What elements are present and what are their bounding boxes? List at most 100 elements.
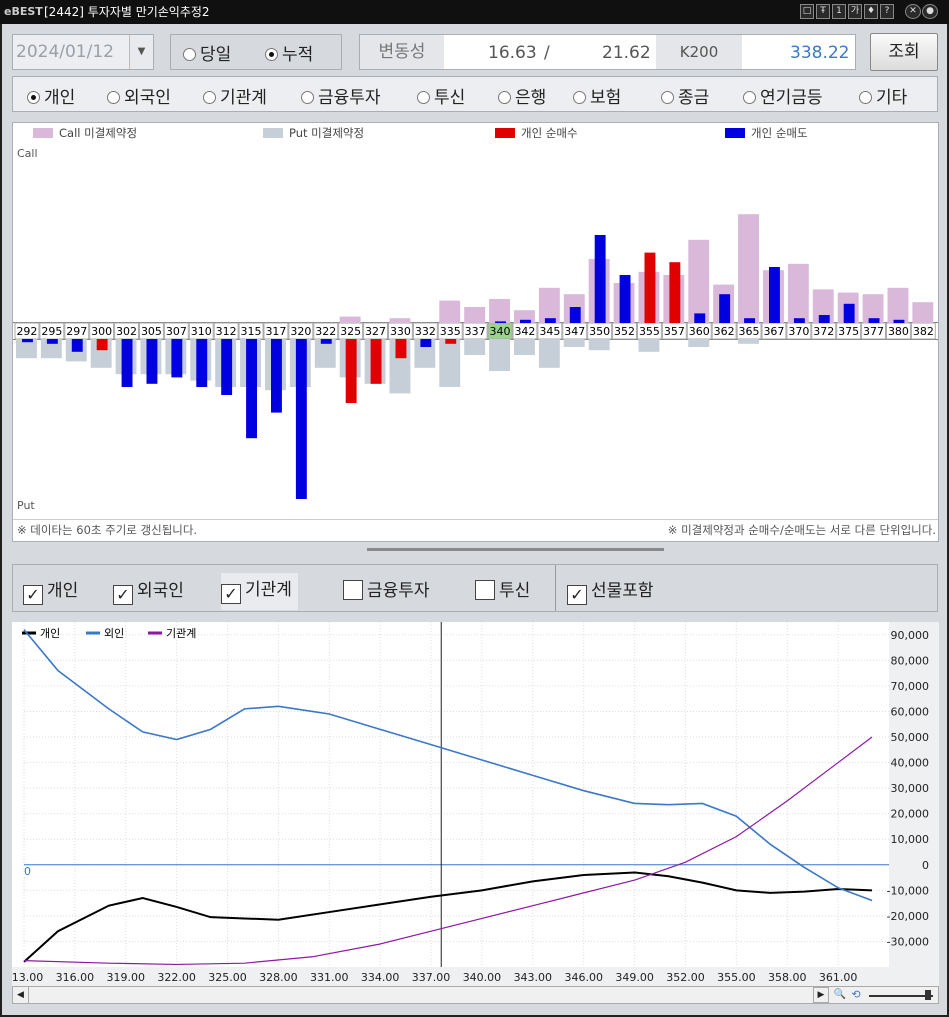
pnl-line-chart: 90,000 80,000 70,000 60,000 50,000 40,000 30,0… [12, 622, 939, 986]
indiv-put-bar [370, 339, 382, 384]
indiv-call-bar [769, 267, 780, 323]
indiv-call-bar [843, 303, 855, 323]
radio-icon [27, 91, 40, 104]
x-tick-label: 319.00 [107, 971, 146, 984]
indiv-put-bar [295, 339, 307, 499]
strike-label: 360 [689, 325, 710, 338]
x-tick-label: 313.00 [12, 971, 43, 984]
help-icon[interactable]: ? [880, 4, 894, 19]
checkbox-5[interactable]: ✓ 선물포함 [567, 576, 654, 605]
radio-investor-7[interactable]: 종금 [661, 83, 709, 108]
checkbox-2[interactable]: ✓ 기관계 [221, 573, 298, 610]
date-picker[interactable]: 2024/01/12 ▼ [12, 34, 154, 70]
checkbox-label: 개인 [47, 581, 79, 601]
zoom-slider-thumb[interactable] [925, 990, 931, 1000]
checkbox-icon [343, 580, 363, 600]
x-tick-label: 352.00 [666, 971, 705, 984]
chevron-down-icon[interactable]: ▼ [129, 35, 153, 69]
checkbox-4[interactable]: 투신 [475, 576, 530, 601]
horizontal-scrollbar[interactable]: ◀ ▶ 🔍 ⟲ [12, 986, 939, 1004]
checkbox-0[interactable]: ✓ 개인 [23, 576, 78, 605]
title-bar: eBEST [2442] 투자자별 만기손익추정2 □ Ŧ 1 가 ♦? ✕ ● [0, 0, 949, 24]
radio-icon [661, 91, 674, 104]
refresh-icon[interactable]: ⟲ [849, 987, 863, 1003]
radio-investor-6[interactable]: 보험 [573, 83, 621, 108]
x-tick-label: 343.00 [514, 971, 553, 984]
pin-icon[interactable]: Ŧ [816, 4, 830, 19]
radio-investor-3[interactable]: 금융투자 [301, 83, 381, 108]
diamond-icon[interactable]: ♦ [864, 4, 878, 19]
maximize-icon[interactable]: □ [800, 4, 814, 19]
radio-investor-9[interactable]: 기타 [859, 83, 907, 108]
checkbox-icon: ✓ [23, 585, 43, 605]
call-oi-bar [787, 263, 809, 323]
scroll-left-icon[interactable]: ◀ [13, 987, 29, 1003]
radio-investor-4[interactable]: 투신 [417, 83, 465, 108]
zero-label: 0 [24, 865, 31, 878]
strike-label: 295 [41, 325, 62, 338]
indiv-put-bar [146, 339, 158, 384]
indiv-call-bar [818, 315, 830, 323]
put-oi-bar [588, 339, 610, 351]
strike-label: 302 [116, 325, 137, 338]
radio-daily[interactable]: 당일 [183, 40, 231, 65]
indiv-put-bar [271, 339, 282, 413]
refresh-note: ※ 데이타는 60초 주기로 갱신됩니다. [17, 523, 198, 537]
strike-label: 382 [913, 325, 934, 338]
indiv-put-bar [345, 339, 357, 403]
strike-label: 345 [539, 325, 560, 338]
indiv-put-bar [121, 339, 133, 387]
series-line-2 [23, 736, 873, 966]
x-tick-label: 361.00 [819, 971, 858, 984]
splitter-handle[interactable] [367, 548, 664, 551]
strike-label: 337 [465, 325, 486, 338]
radio-investor-label: 외국인 [124, 88, 171, 108]
indiv-put-bar [71, 339, 83, 352]
close-icon[interactable]: ✕ [905, 4, 921, 19]
zoom-in-icon[interactable]: 🔍 [833, 987, 847, 1003]
radio-icon [301, 91, 314, 104]
radio-investor-2[interactable]: 기관계 [203, 83, 267, 108]
minimize-round-icon[interactable]: ● [922, 4, 938, 19]
series-line-0 [23, 871, 873, 963]
strike-label: 367 [763, 325, 784, 338]
one-icon[interactable]: 1 [832, 4, 846, 19]
legend-label: 개인 [40, 627, 60, 640]
indiv-call-bar [793, 318, 805, 323]
query-button[interactable]: 조회 [870, 33, 938, 71]
put-oi-bar [439, 339, 461, 387]
zoom-slider[interactable] [869, 995, 933, 997]
strike-label: 310 [191, 325, 212, 338]
radio-icon [743, 91, 756, 104]
scroll-right-icon[interactable]: ▶ [813, 987, 829, 1003]
strike-label: 375 [838, 325, 859, 338]
k200-value: 338.22 [790, 43, 850, 63]
y-tick-label: -20,000 [887, 910, 929, 923]
radio-investor-0[interactable]: 개인 [27, 83, 75, 108]
checkbox-1[interactable]: ✓ 외국인 [113, 576, 184, 605]
call-oi-bar [339, 316, 361, 323]
strike-label: 357 [664, 325, 685, 338]
indiv-call-bar [669, 262, 681, 323]
strike-label: 320 [290, 325, 311, 338]
strike-label: 352 [614, 325, 635, 338]
volatility-separator: / [544, 43, 550, 63]
note-bar: ※ 데이타는 60초 주기로 갱신됩니다. ※ 미결제약정과 순매수/순매도는 … [13, 519, 938, 541]
font-icon[interactable]: 가 [848, 4, 862, 19]
radio-cumulative[interactable]: 누적 [265, 40, 313, 65]
radio-investor-5[interactable]: 은행 [498, 83, 546, 108]
radio-investor-1[interactable]: 외국인 [107, 83, 171, 108]
radio-investor-label: 기관계 [220, 88, 267, 108]
radio-investor-8[interactable]: 연기금등 [743, 83, 823, 108]
checkbox-3[interactable]: 금융투자 [343, 576, 430, 601]
legend-label: 외인 [104, 627, 124, 640]
x-tick-label: 349.00 [615, 971, 654, 984]
put-oi-bar [563, 339, 585, 347]
indiv-put-bar [395, 339, 407, 359]
radio-icon [265, 48, 278, 61]
radio-investor-label: 은행 [515, 88, 547, 108]
radio-icon [203, 91, 216, 104]
x-tick-label: 337.00 [412, 971, 451, 984]
indiv-call-bar [594, 235, 606, 323]
y-tick-label: -10,000 [887, 884, 929, 897]
